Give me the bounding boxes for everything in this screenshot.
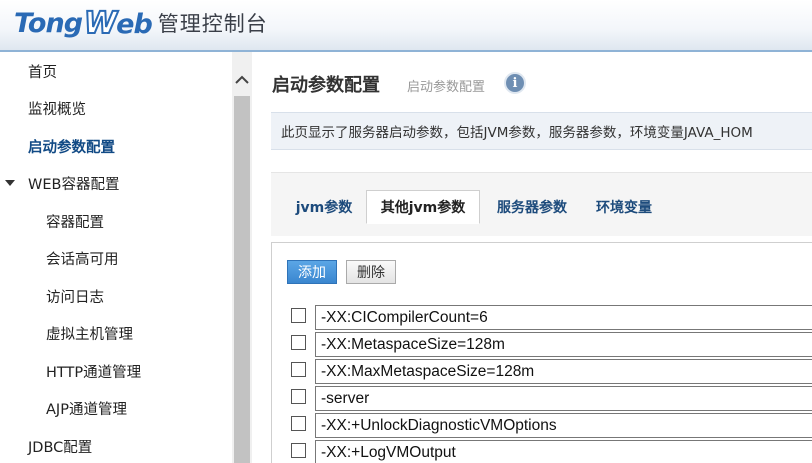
sidebar-item-access-log[interactable]: 访问日志 — [0, 278, 232, 314]
params-panel: 添加 删除 -XX:CICompilerCount=6 -XX:Metaspac… — [271, 242, 812, 463]
sidebar-item-label: 启动参数配置 — [28, 139, 115, 156]
param-row: -XX:+LogVMOutput — [272, 440, 812, 463]
tab-jvm-params[interactable]: jvm参数 — [289, 190, 359, 224]
chevron-up-icon[interactable] — [232, 66, 252, 94]
sidebar-item-label: 监视概览 — [28, 101, 86, 118]
tab-server-params[interactable]: 服务器参数 — [487, 190, 577, 224]
app-header: Tong Web 管理控制台 — [0, 0, 812, 52]
sidebar-item-ajp-channel[interactable]: AJP通道管理 — [0, 390, 232, 426]
logo-tong-text: Tong — [14, 7, 83, 39]
sidebar-item-http-channel[interactable]: HTTP通道管理 — [0, 353, 232, 389]
tongweb-logo: Tong Web 管理控制台 — [14, 5, 268, 42]
sidebar-item-home[interactable]: 首页 — [0, 53, 232, 89]
param-row: -XX:+UnlockDiagnosticVMOptions — [272, 413, 812, 438]
param-input[interactable]: -XX:CICompilerCount=6 — [315, 305, 812, 330]
sidebar-item-label: 虚拟主机管理 — [46, 326, 133, 343]
row-checkbox[interactable] — [291, 308, 306, 323]
param-row: -XX:MaxMetaspaceSize=128m — [272, 359, 812, 384]
page-subtitle: 启动参数配置 — [407, 80, 486, 95]
sidebar-item-label: WEB容器配置 — [28, 176, 120, 193]
param-input[interactable]: -XX:MetaspaceSize=128m — [315, 332, 812, 357]
row-checkbox[interactable] — [291, 335, 306, 350]
sidebar-item-jdbc[interactable]: JDBC配置 — [0, 428, 232, 463]
page-title: 启动参数配置 — [272, 75, 380, 96]
param-input[interactable]: -XX:MaxMetaspaceSize=128m — [315, 359, 812, 384]
row-checkbox[interactable] — [291, 389, 306, 404]
row-checkbox[interactable] — [291, 416, 306, 431]
scrollbar-thumb[interactable] — [234, 96, 250, 463]
tab-env-vars[interactable]: 环境变量 — [587, 190, 661, 224]
sidebar-item-monitor-overview[interactable]: 监视概览 — [0, 90, 232, 126]
param-input[interactable]: -XX:+LogVMOutput — [315, 440, 812, 463]
param-input[interactable]: -server — [315, 386, 812, 411]
info-icon[interactable]: i — [504, 72, 526, 94]
param-row: -XX:MetaspaceSize=128m — [272, 332, 812, 357]
param-row: -XX:CICompilerCount=6 — [272, 305, 812, 330]
param-row: -server — [272, 386, 812, 411]
sidebar-item-label: 首页 — [28, 64, 57, 81]
sidebar-item-label: AJP通道管理 — [46, 401, 127, 418]
param-input[interactable]: -XX:+UnlockDiagnosticVMOptions — [315, 413, 812, 438]
tab-bar: jvm参数 其他jvm参数 服务器参数 环境变量 — [271, 172, 812, 236]
sidebar-item-label: 访问日志 — [46, 289, 104, 306]
main-content: 启动参数配置 启动参数配置 i 此页显示了服务器启动参数，包括JVM参数，服务器… — [252, 52, 812, 463]
logo-web-text: Web — [83, 5, 153, 42]
sidebar-item-label: 容器配置 — [46, 214, 104, 231]
caret-down-icon[interactable] — [5, 180, 15, 186]
delete-button[interactable]: 删除 — [346, 260, 396, 284]
sidebar-nav: 首页 监视概览 启动参数配置 WEB容器配置 容器配置 会话高可用 访问日志 虚… — [0, 52, 252, 463]
row-checkbox[interactable] — [291, 443, 306, 458]
sidebar-item-web-container[interactable]: WEB容器配置 — [0, 165, 232, 201]
sidebar-item-session-ha[interactable]: 会话高可用 — [0, 240, 232, 276]
description-text: 此页显示了服务器启动参数，包括JVM参数，服务器参数，环境变量JAVA_HOM — [281, 125, 753, 141]
sidebar-item-virtual-host[interactable]: 虚拟主机管理 — [0, 315, 232, 351]
sidebar-item-label: HTTP通道管理 — [46, 364, 142, 381]
sidebar-item-label: 会话高可用 — [46, 251, 119, 268]
row-checkbox[interactable] — [291, 362, 306, 377]
sidebar-item-container-config[interactable]: 容器配置 — [0, 203, 232, 239]
page-description: 此页显示了服务器启动参数，包括JVM参数，服务器参数，环境变量JAVA_HOM — [271, 112, 812, 150]
sidebar-item-label: JDBC配置 — [28, 439, 93, 456]
sidebar-item-startup-params[interactable]: 启动参数配置 — [0, 128, 232, 164]
tab-other-jvm-params[interactable]: 其他jvm参数 — [366, 190, 480, 224]
add-button[interactable]: 添加 — [287, 260, 337, 284]
console-title: 管理控制台 — [157, 12, 268, 36]
